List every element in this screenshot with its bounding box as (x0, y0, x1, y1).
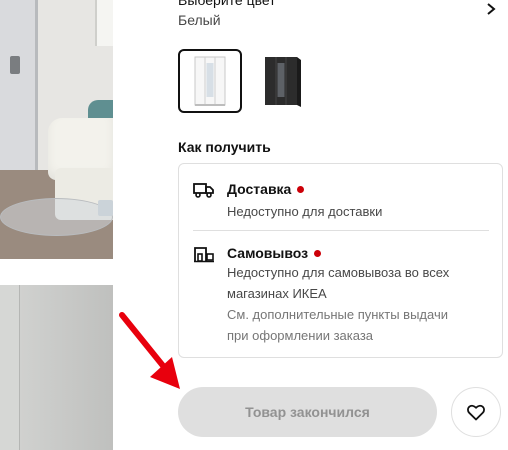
product-photo-detail[interactable] (0, 285, 113, 450)
pickup-option-title: Самовывоз (227, 245, 322, 261)
pickup-note-line-1: См. дополнительные пункты выдачи (227, 307, 448, 322)
pickup-unavailable-dot (314, 249, 322, 257)
pickup-note-line-2: при оформлении заказа (227, 328, 374, 343)
truck-icon (193, 183, 214, 198)
card-divider (193, 230, 489, 231)
cup (98, 200, 113, 216)
shipping-unavailable-dot (297, 185, 305, 193)
pickup-status-line-2: магазинах ИКЕА (227, 286, 327, 301)
shipping-title-text: Доставка (227, 181, 292, 197)
color-selector-heading: Выберите цвет (178, 0, 276, 8)
door-handle (10, 56, 20, 74)
pickup-title-text: Самовывоз (227, 245, 309, 261)
glass-table (0, 198, 113, 236)
selected-color-value: Белый (178, 12, 221, 28)
add-to-favourites-button[interactable] (451, 387, 501, 437)
annotation-arrow-icon (119, 312, 180, 389)
chevron-right-icon[interactable] (484, 2, 498, 16)
store-pickup-icon (194, 247, 214, 263)
pickup-status-line-1: Недоступно для самовывоза во всех (227, 265, 450, 280)
white-wardrobe-thumbnail (194, 56, 226, 106)
color-swatch-white[interactable] (178, 49, 242, 113)
room-door (0, 0, 38, 175)
color-swatch-black[interactable] (250, 49, 314, 113)
black-wardrobe-thumbnail (265, 57, 301, 107)
heart-icon (467, 404, 485, 421)
product-photo-room[interactable] (0, 0, 113, 259)
shipping-option-title: Доставка (227, 181, 305, 197)
sold-out-button[interactable]: Товар закончился (178, 387, 437, 437)
wardrobe-panel (0, 285, 20, 450)
shipping-status-text: Недоступно для доставки (227, 204, 383, 219)
delivery-section-title: Как получить (178, 139, 271, 155)
wall-frame (95, 0, 113, 46)
wardrobe-shadow (20, 285, 113, 450)
delivery-options-card: Доставка Недоступно для доставки Самовыв… (178, 163, 503, 358)
